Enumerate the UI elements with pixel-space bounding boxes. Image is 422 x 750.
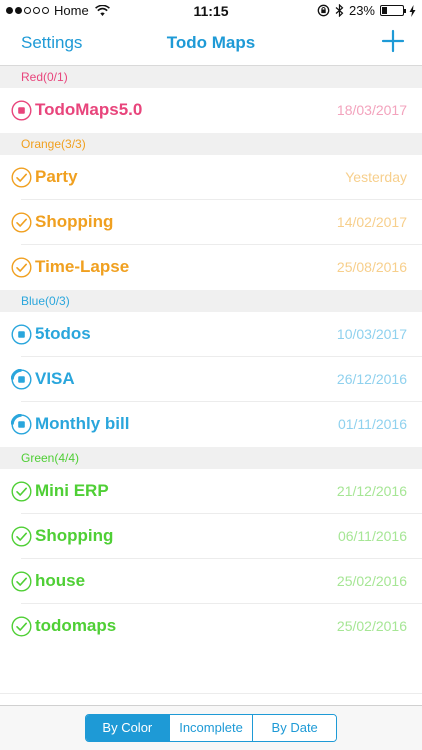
todo-row[interactable]: house 25/02/2016 [0,559,422,604]
settings-button[interactable]: Settings [21,33,82,53]
todo-row[interactable]: 5todos 10/03/2017 [0,312,422,357]
todo-date: 01/11/2016 [337,416,407,432]
todo-date: Yesterday [345,169,407,185]
page-title-text: Todo Maps [166,33,256,52]
todo-title: 5todos [35,324,91,343]
check-icon[interactable] [11,167,32,188]
status-indicators: 23% [317,3,416,18]
stop-icon[interactable] [11,100,32,121]
section-header: Green(4/4) [0,447,422,469]
todo-row[interactable]: todomaps 25/02/2016 [0,604,422,649]
empty-row [0,649,422,694]
todo-title: Mini ERP [35,481,109,500]
todo-row[interactable]: Time-Lapse 25/08/2016 [0,245,422,290]
stop-icon[interactable] [11,324,32,345]
check-icon[interactable] [11,526,32,547]
section-header: Orange(3/3) [0,133,422,155]
todo-date: 25/02/2016 [336,573,407,589]
todo-row[interactable]: Monthly bill 01/11/2016 [0,402,422,447]
todo-date: 26/12/2016 [336,371,407,387]
navigation-bar: Settings Todo Maps [0,22,422,66]
todo-title: todomaps [35,616,117,635]
todo-title: Shopping [35,526,114,545]
todo-row[interactable]: VISA 26/12/2016 [0,357,422,402]
check-icon[interactable] [11,257,32,278]
todo-date: 06/11/2016 [337,528,407,544]
section-header: Blue(0/3) [0,290,422,312]
status-bar: Home 11:15 23% [0,0,422,22]
bottom-toolbar: By Color Incomplete By Date [0,705,422,750]
battery-percent: 23% [348,3,375,18]
todo-row[interactable]: Shopping 06/11/2016 [0,514,422,559]
check-icon[interactable] [11,212,32,233]
todo-list: Red(0/1) TodoMaps5.0 18/03/2017 Orange(3/3)… [0,66,422,694]
orientation-lock-icon [317,4,330,17]
sort-segmented-control: By Color Incomplete By Date [85,714,337,742]
todo-date: 25/02/2016 [336,618,407,634]
check-icon[interactable] [11,616,32,637]
battery-icon [380,5,406,16]
plus-icon[interactable] [380,28,406,54]
check-icon[interactable] [11,481,32,502]
todo-date: 21/12/2016 [336,483,407,499]
charging-icon [409,4,416,17]
todo-date: 18/03/2017 [336,102,407,118]
todo-row[interactable]: Shopping 14/02/2017 [0,200,422,245]
bluetooth-icon [335,4,344,17]
todo-title: Monthly bill [35,414,130,433]
segment-by-color[interactable]: By Color [86,715,169,741]
segment-incomplete[interactable]: Incomplete [168,715,253,741]
partial-progress-icon[interactable] [10,368,32,390]
todo-date: 14/02/2017 [336,214,407,230]
todo-title: TodoMaps5.0 [35,100,143,119]
todo-date: 25/08/2016 [336,259,407,275]
todo-title: Shopping [35,212,114,231]
todo-row[interactable]: TodoMaps5.0 18/03/2017 [0,88,422,133]
todo-title: house [35,571,86,590]
todo-title: Time-Lapse [35,257,130,276]
battery-level [382,7,387,14]
partial-progress-icon[interactable] [10,413,32,435]
segment-by-date[interactable]: By Date [252,715,336,741]
todo-date: 10/03/2017 [336,326,407,342]
todo-row[interactable]: Party Yesterday [0,155,422,200]
todo-row[interactable]: Mini ERP 21/12/2016 [0,469,422,514]
check-icon[interactable] [11,571,32,592]
section-header: Red(0/1) [0,66,422,88]
todo-title: VISA [35,369,75,388]
todo-title: Party [35,167,78,186]
